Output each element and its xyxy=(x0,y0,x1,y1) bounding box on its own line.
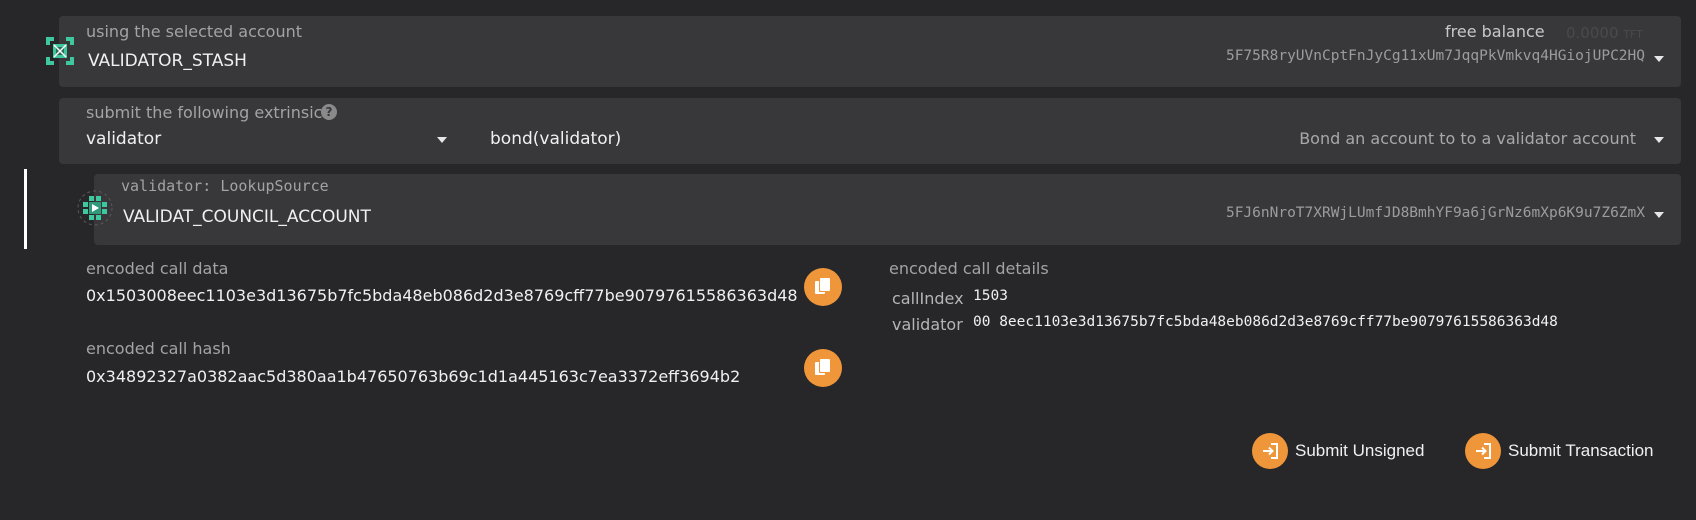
submit-unsigned-label: Submit Unsigned xyxy=(1295,441,1425,460)
free-balance-label: free balance xyxy=(1445,22,1545,41)
sign-in-icon xyxy=(1465,433,1501,469)
call-index-label: callIndex xyxy=(892,289,964,308)
encoded-call-hash-label: encoded call hash xyxy=(86,339,231,358)
copy-icon xyxy=(815,278,831,296)
module-dropdown-caret-icon[interactable] xyxy=(437,137,447,143)
account-name: VALIDATOR_STASH xyxy=(88,51,247,71)
submit-unsigned-button[interactable]: Submit Unsigned xyxy=(1252,433,1424,469)
call-index-value: 1503 xyxy=(973,288,1008,304)
param-account-name: VALIDAT_COUNCIL_ACCOUNT xyxy=(123,207,371,227)
account-dropdown-caret-icon[interactable] xyxy=(1654,56,1664,62)
param-label: validator: LookupSource xyxy=(121,177,329,195)
submit-transaction-label: Submit Transaction xyxy=(1508,441,1654,460)
param-indicator-bar xyxy=(24,169,27,249)
submit-transaction-button[interactable]: Submit Transaction xyxy=(1465,433,1654,469)
validator-detail-label: validator xyxy=(892,315,963,334)
module-select[interactable]: validator xyxy=(86,129,161,149)
encoded-call-details-label: encoded call details xyxy=(889,259,1049,278)
method-select[interactable]: bond(validator) xyxy=(490,129,621,149)
account-label: using the selected account xyxy=(86,22,303,41)
extrinsic-label: submit the following extrinsic xyxy=(86,103,323,122)
method-dropdown-caret-icon[interactable] xyxy=(1654,137,1664,143)
free-balance-unit: TFT xyxy=(1623,28,1643,41)
copy-icon xyxy=(815,359,831,377)
copy-call-data-button[interactable] xyxy=(804,268,842,306)
validator-detail-value: 00 8eec1103e3d13675b7fc5bda48eb086d2d3e8… xyxy=(973,314,1558,330)
sign-in-icon xyxy=(1252,433,1288,469)
method-description: Bond an account to to a validator accoun… xyxy=(1299,129,1636,148)
encoded-call-data-value: 0x1503008eec1103e3d13675b7fc5bda48eb086d… xyxy=(86,286,798,305)
help-icon[interactable]: ? xyxy=(321,104,337,120)
encoded-call-data-label: encoded call data xyxy=(86,259,229,278)
param-address: 5FJ6nNroT7XRWjLUmfJD8BmhYF9a6jGrNz6mXp6K… xyxy=(1225,205,1645,221)
param-identicon xyxy=(77,190,113,226)
encoded-call-hash-value: 0x34892327a0382aac5d380aa1b47650763b69c1… xyxy=(86,367,741,386)
copy-call-hash-button[interactable] xyxy=(804,349,842,387)
param-dropdown-caret-icon[interactable] xyxy=(1654,212,1664,218)
account-address: 5F75R8ryUVnCptFnJyCg11xUm7JqqPkVmkvq4HGi… xyxy=(1225,48,1645,64)
free-balance-amount: 0.0000 xyxy=(1566,24,1619,42)
free-balance-value: 0.0000 TFT xyxy=(1566,24,1643,42)
account-identicon xyxy=(46,37,74,65)
